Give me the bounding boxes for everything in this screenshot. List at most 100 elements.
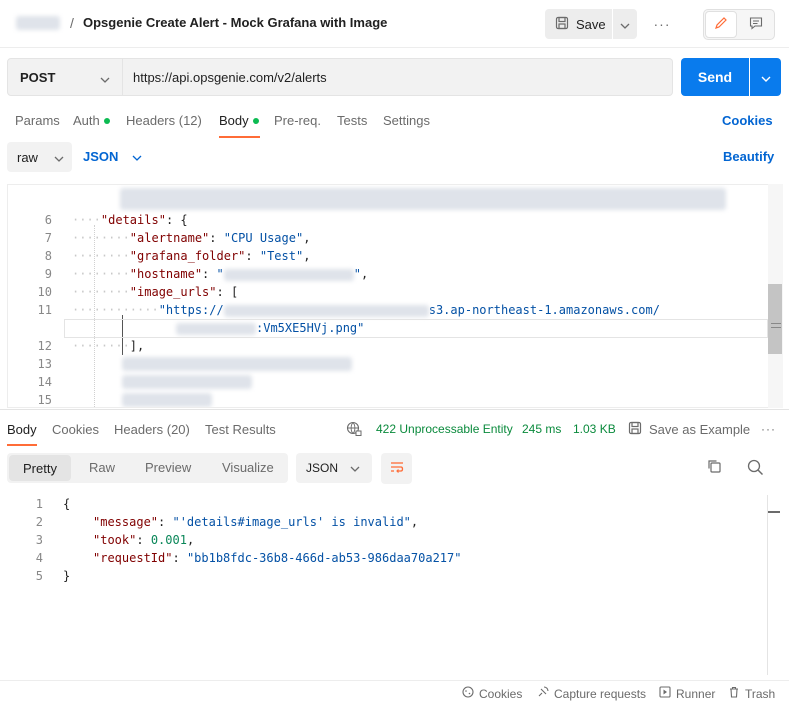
save-icon — [555, 16, 569, 33]
json-string: "https:// — [158, 303, 224, 317]
send-options-button[interactable] — [750, 58, 781, 96]
line-number: 5 — [35, 569, 43, 583]
editor-scrollbar-thumb[interactable] — [768, 284, 782, 354]
status-dot — [103, 117, 110, 124]
json-key: "image_urls" — [129, 285, 217, 299]
active-tab-indicator — [7, 444, 37, 446]
wrap-lines-button[interactable] — [381, 453, 412, 484]
response-format-select[interactable]: JSON — [296, 453, 372, 483]
line-number: 2 — [35, 515, 43, 529]
save-as-example-button[interactable]: Save as Example — [628, 421, 750, 438]
url-input[interactable]: https://api.opsgenie.com/v2/alerts — [123, 58, 673, 96]
satellite-icon — [537, 686, 549, 701]
more-options-button[interactable]: ··· — [652, 12, 672, 36]
redacted-line — [122, 375, 252, 389]
resp-tab-body[interactable]: Body — [7, 422, 37, 437]
status-code[interactable]: 422 Unprocessable Entity — [376, 422, 513, 436]
view-tab-preview[interactable]: Preview — [145, 460, 191, 475]
resp-tab-test-results[interactable]: Test Results — [205, 422, 276, 437]
response-size[interactable]: 1.03 KB — [573, 422, 616, 436]
code-line: ············"https://s3.ap-northeast-1.a… — [72, 303, 660, 317]
json-key: "message" — [93, 515, 159, 529]
copy-icon[interactable] — [706, 458, 722, 477]
json-key: "details" — [100, 213, 166, 227]
pane-divider[interactable] — [0, 409, 789, 410]
body-language-label: JSON — [83, 149, 119, 164]
edit-mode-button[interactable] — [705, 11, 737, 38]
resize-handle[interactable] — [771, 323, 781, 324]
url-value: https://api.opsgenie.com/v2/alerts — [133, 69, 327, 85]
tab-body[interactable]: Body — [219, 113, 259, 128]
code-line: "requestId": "bb1b8fdc-36b8-466d-ab53-98… — [93, 551, 462, 565]
json-string: "CPU Usage" — [223, 231, 304, 245]
code-line: } — [63, 569, 71, 583]
tab-auth[interactable]: Auth — [73, 113, 110, 128]
trash-label: Trash — [745, 686, 776, 701]
chevron-down-icon — [100, 71, 110, 86]
cookies-link[interactable]: Cookies — [722, 113, 773, 128]
tab-auth-label: Auth — [73, 113, 100, 128]
response-scrollbar[interactable] — [767, 495, 768, 675]
chevron-down-icon — [620, 17, 630, 32]
code-line: ········"grafana_folder": "Test", — [72, 249, 311, 263]
tab-tests[interactable]: Tests — [337, 113, 367, 128]
response-scrollbar-thumb[interactable] — [768, 511, 780, 513]
resp-tab-headers[interactable]: Headers (20) — [114, 422, 190, 437]
line-number: 8 — [44, 249, 52, 263]
capture-requests-button[interactable]: Capture requests — [537, 686, 646, 701]
tab-settings[interactable]: Settings — [383, 113, 430, 128]
response-body-viewer[interactable]: 1 2 3 4 5 { "message": "'details#image_u… — [0, 495, 766, 675]
redacted-value — [223, 268, 354, 281]
chevron-down-icon — [132, 149, 142, 164]
breadcrumb-separator: / — [70, 15, 74, 31]
body-language-select[interactable]: JSON — [83, 149, 142, 164]
tab-body-label: Body — [219, 113, 249, 128]
workspace-breadcrumb[interactable] — [16, 16, 60, 30]
wrap-icon — [389, 460, 405, 477]
body-mode-label: raw — [17, 149, 38, 165]
tab-prereq[interactable]: Pre-req. — [274, 113, 321, 128]
globe-lock-icon[interactable] — [346, 421, 362, 440]
save-options-button[interactable] — [613, 9, 637, 39]
line-number: 12 — [37, 339, 52, 353]
play-icon — [659, 686, 671, 701]
search-icon[interactable] — [747, 459, 764, 479]
json-key: "requestId" — [93, 551, 173, 565]
line-number: 9 — [44, 267, 52, 281]
line-number: 1 — [35, 497, 43, 511]
request-body-editor[interactable]: 6 7 8 9 10 11 12 13 14 15 ····"details":… — [7, 184, 783, 408]
line-number: 10 — [37, 285, 52, 299]
beautify-button[interactable]: Beautify — [723, 149, 774, 164]
footer-cookies-label: Cookies — [479, 686, 523, 701]
code-line: ········"alertname": "CPU Usage", — [72, 231, 311, 245]
body-mode-select[interactable]: raw — [7, 142, 72, 172]
resize-handle[interactable] — [771, 327, 781, 328]
runner-button[interactable]: Runner — [659, 686, 715, 701]
view-tab-visualize[interactable]: Visualize — [222, 460, 274, 475]
line-number: 4 — [35, 551, 43, 565]
chevron-down-icon — [54, 150, 64, 165]
response-more-button[interactable]: ··· — [761, 422, 776, 436]
tab-params[interactable]: Params — [15, 113, 60, 128]
comment-icon — [749, 16, 763, 33]
method-label: POST — [20, 69, 56, 85]
json-key: "hostname" — [129, 267, 203, 281]
request-title[interactable]: Opsgenie Create Alert - Mock Grafana wit… — [83, 15, 387, 30]
save-button[interactable]: Save — [545, 9, 612, 39]
runner-label: Runner — [676, 686, 716, 701]
response-time[interactable]: 245 ms — [522, 422, 561, 436]
code-line: ········"image_urls": [ — [72, 285, 239, 299]
code-line: "message": "'details#image_urls' is inva… — [93, 515, 419, 529]
tab-headers[interactable]: Headers (12) — [126, 113, 202, 128]
resp-tab-cookies[interactable]: Cookies — [52, 422, 99, 437]
redacted-line — [122, 357, 352, 371]
view-tab-pretty[interactable]: Pretty — [9, 455, 71, 481]
send-button[interactable]: Send — [681, 58, 749, 96]
active-tab-indicator — [219, 136, 260, 138]
view-tab-raw[interactable]: Raw — [89, 460, 115, 475]
code-line: "took": 0.001, — [93, 533, 195, 547]
trash-button[interactable]: Trash — [728, 686, 775, 701]
save-label: Save — [576, 16, 606, 32]
footer-cookies-button[interactable]: Cookies — [462, 686, 522, 701]
comments-button[interactable] — [740, 11, 772, 38]
